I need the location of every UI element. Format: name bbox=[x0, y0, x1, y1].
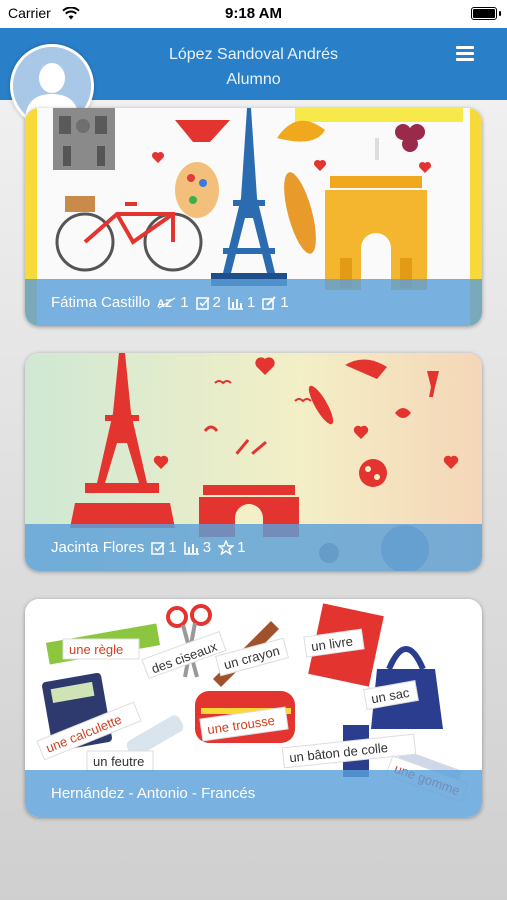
star-icon bbox=[218, 540, 235, 555]
course-card-2[interactable]: Jacinta Flores 1 3 1 bbox=[25, 353, 482, 571]
check-square-icon bbox=[195, 296, 210, 310]
course-info-bar: Jacinta Flores 1 3 1 bbox=[25, 524, 482, 571]
course-title: Jacinta Flores bbox=[51, 539, 145, 556]
stat-star: 1 bbox=[218, 539, 245, 556]
course-info-bar: Hernández - Antonio - Francés bbox=[25, 770, 482, 817]
stat-value: 3 bbox=[202, 539, 212, 556]
status-time: 9:18 AM bbox=[225, 5, 282, 22]
stat-check: 1 bbox=[151, 539, 177, 556]
course-title: Hernández - Antonio - Francés bbox=[51, 785, 256, 802]
battery-icon bbox=[471, 7, 497, 20]
course-card-1[interactable]: Fátima Castillo AZ 1 2 1 1 bbox=[25, 108, 482, 326]
stat-value: 2 bbox=[212, 294, 221, 311]
stat-value: 1 bbox=[246, 294, 256, 311]
hamburger-menu-icon[interactable] bbox=[456, 46, 474, 62]
stat-check: 2 bbox=[195, 294, 221, 311]
course-card-3[interactable]: une règle des ciseaux un crayon un livre… bbox=[25, 599, 482, 817]
stat-value: 1 bbox=[237, 539, 246, 556]
stat-value: 1 bbox=[280, 294, 289, 311]
label-une-regle: une règle bbox=[69, 642, 123, 657]
battery-tip bbox=[499, 11, 501, 16]
label-un-feutre: un feutre bbox=[93, 754, 144, 769]
check-square-icon bbox=[151, 541, 165, 555]
stat-chart: 1 bbox=[228, 294, 255, 311]
stat-edit: 1 bbox=[262, 294, 289, 311]
edit-icon bbox=[262, 295, 276, 310]
stat-az: AZ 1 bbox=[157, 294, 188, 311]
bar-chart-icon bbox=[228, 296, 243, 310]
stat-value: 1 bbox=[180, 294, 189, 311]
status-bar: Carrier 9:18 AM bbox=[0, 0, 507, 28]
stat-chart: 3 bbox=[183, 539, 212, 556]
bar-chart-icon bbox=[183, 541, 199, 555]
az-icon: AZ bbox=[157, 296, 176, 310]
course-title: Fátima Castillo bbox=[51, 294, 151, 311]
stat-value: 1 bbox=[168, 539, 177, 556]
course-info-bar: Fátima Castillo AZ 1 2 1 1 bbox=[25, 279, 482, 326]
